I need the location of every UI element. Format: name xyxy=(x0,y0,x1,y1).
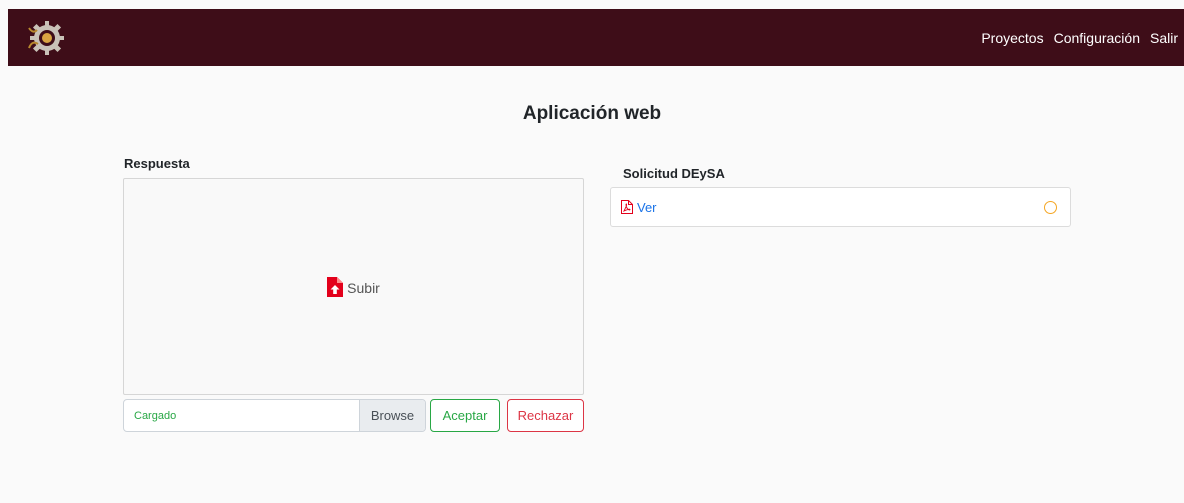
respuesta-label: Respuesta xyxy=(124,156,190,171)
nav-link-proyectos[interactable]: Proyectos xyxy=(981,30,1043,46)
file-input-group[interactable]: Cargado Browse xyxy=(123,399,426,432)
accept-button[interactable]: Aceptar xyxy=(430,399,500,432)
page-title: Aplicación web xyxy=(522,103,662,124)
upload-drop-zone[interactable]: Subir xyxy=(123,178,584,395)
nav-links: Proyectos Configuración Salir xyxy=(981,30,1178,46)
logo-gear-emblem-icon[interactable] xyxy=(22,14,70,62)
pdf-file-icon xyxy=(621,200,633,214)
reject-button[interactable]: Rechazar xyxy=(507,399,584,432)
browse-button[interactable]: Browse xyxy=(359,400,425,431)
solicitud-card: Ver xyxy=(610,187,1071,227)
solicitud-label: Solicitud DEySA xyxy=(623,166,725,181)
pending-circle-icon xyxy=(1044,200,1057,214)
top-navbar: Proyectos Configuración Salir xyxy=(8,9,1184,66)
view-document-link[interactable]: Ver xyxy=(637,200,1044,215)
file-status-field[interactable]: Cargado xyxy=(124,400,359,431)
file-upload-icon xyxy=(327,276,344,297)
upload-label: Subir xyxy=(347,279,380,296)
nav-link-configuracion[interactable]: Configuración xyxy=(1054,30,1140,46)
nav-link-salir[interactable]: Salir xyxy=(1150,30,1178,46)
